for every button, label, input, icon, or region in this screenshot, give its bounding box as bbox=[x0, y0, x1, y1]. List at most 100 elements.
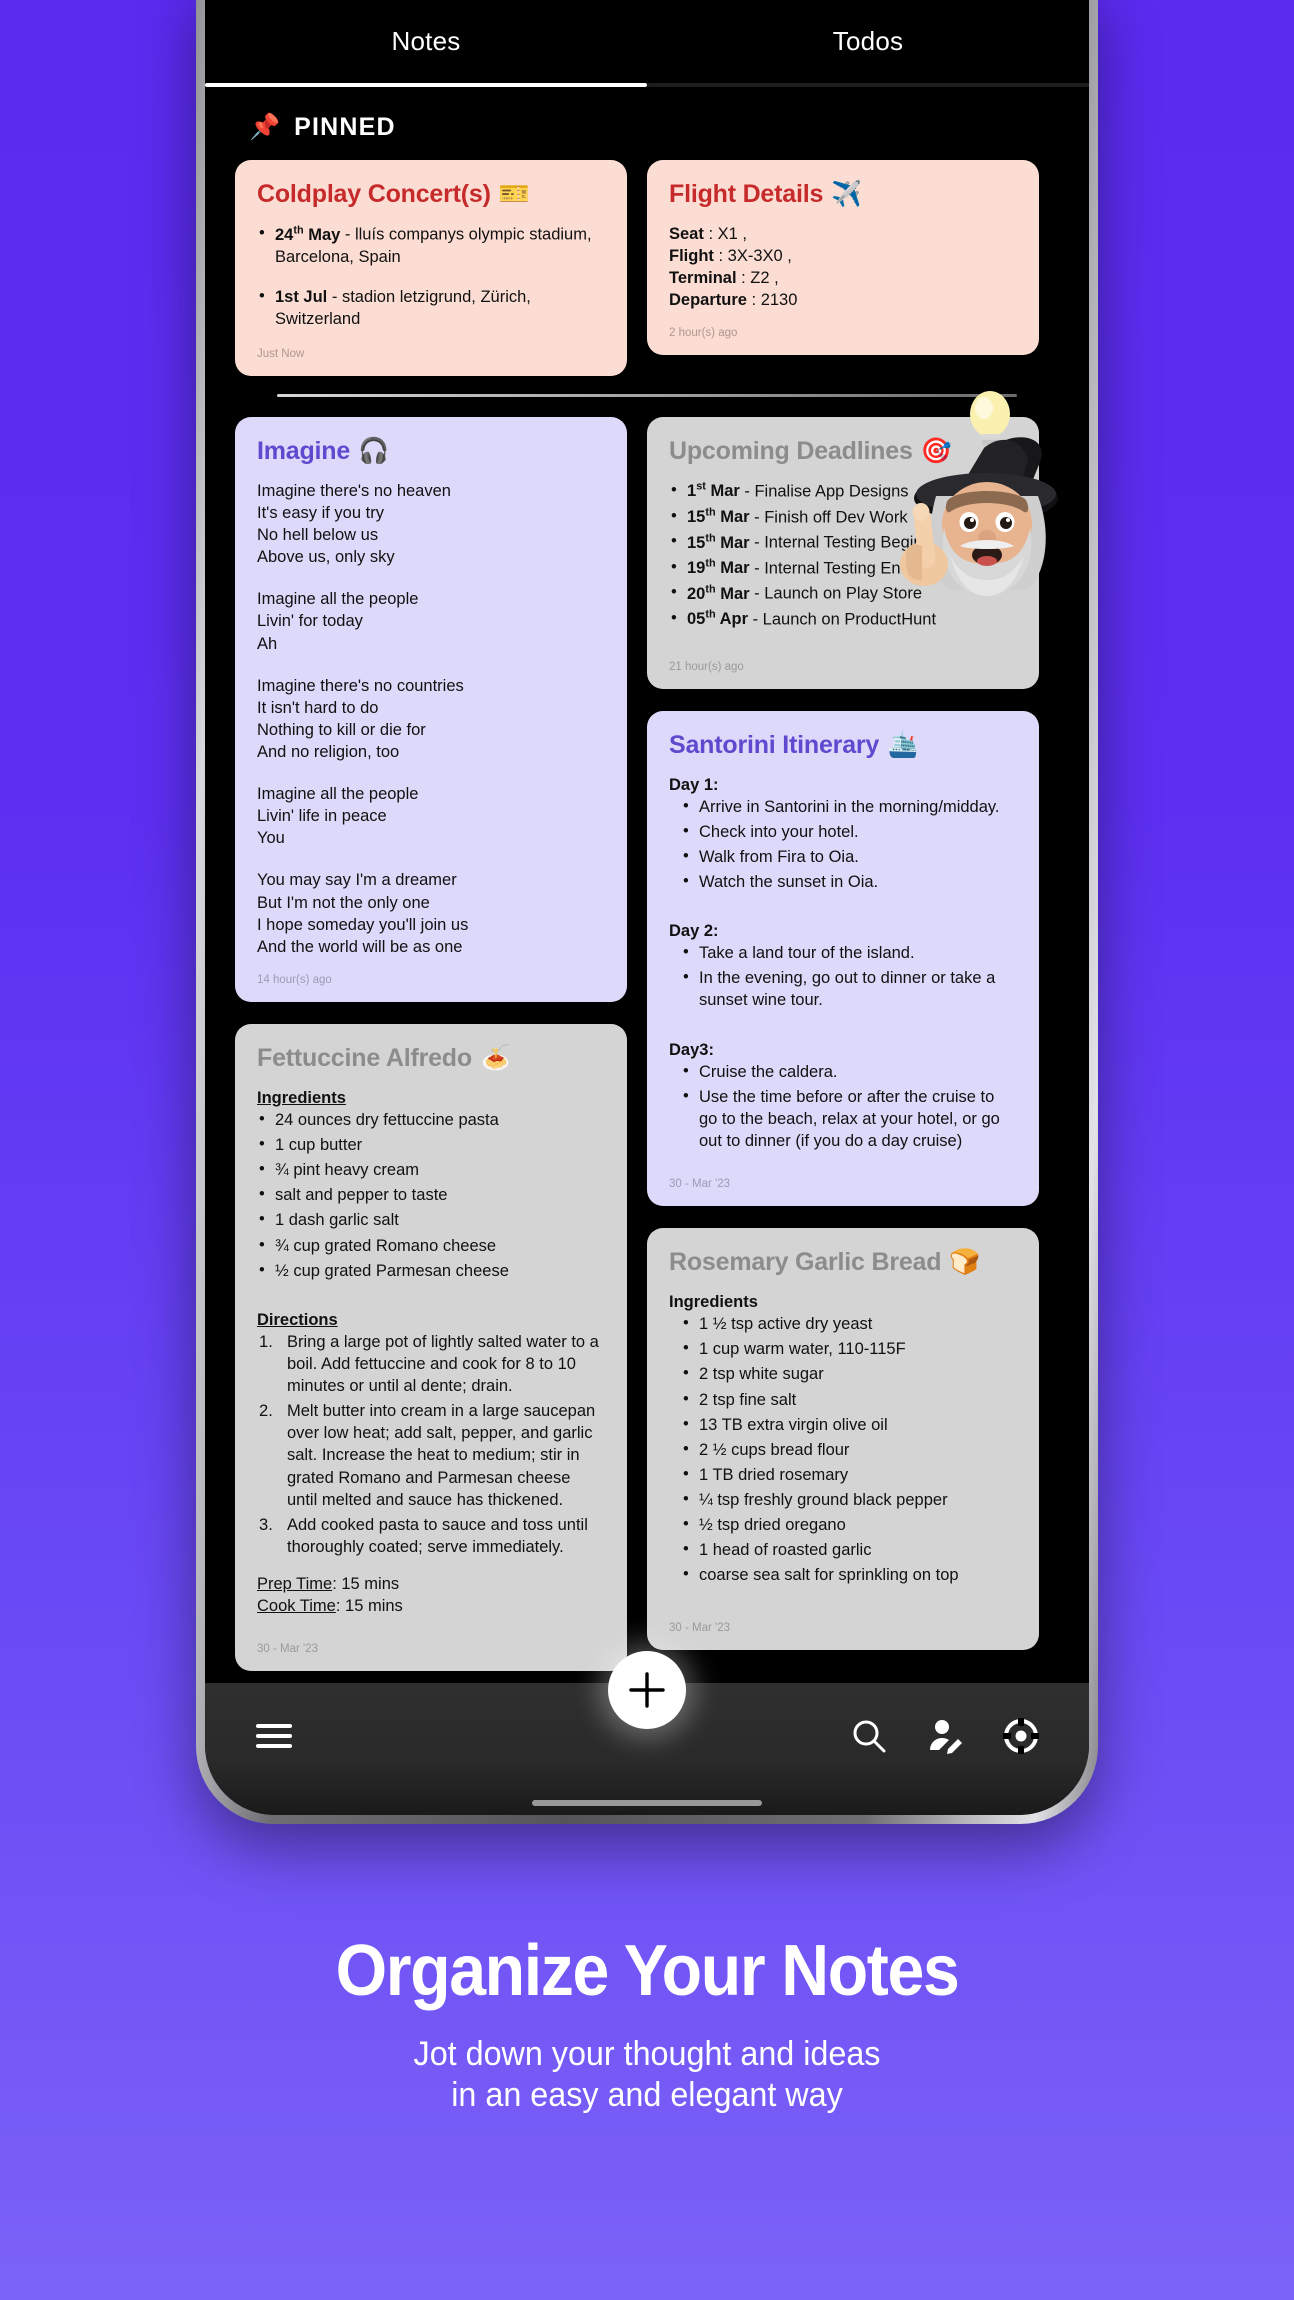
note-card-coldplay[interactable]: Coldplay Concert(s) 🎫 24th May - lluís c… bbox=[235, 160, 627, 376]
note-timestamp: 2 hour(s) ago bbox=[669, 327, 738, 340]
life-ring-settings-icon[interactable] bbox=[1003, 1717, 1039, 1759]
cook-time-line: Cook Time: 15 mins bbox=[257, 1597, 403, 1616]
list-item: Cruise the caldera. bbox=[681, 1060, 1017, 1083]
note-title-text: Flight Details bbox=[669, 180, 824, 208]
ship-icon: 🛳️ bbox=[887, 730, 919, 759]
list-item: 1 cup warm water, 110-115F bbox=[681, 1337, 1017, 1360]
note-body: Ingredients 1 ½ tsp active dry yeast 1 c… bbox=[669, 1291, 1017, 1586]
pinned-section-label: PINNED bbox=[294, 113, 396, 141]
list-item: coarse sea salt for sprinkling on top bbox=[681, 1563, 1017, 1586]
list-item: salt and pepper to taste bbox=[257, 1183, 605, 1206]
list-item: 20th Mar - Launch on Play Store bbox=[669, 581, 1017, 605]
list-item: ½ tsp dried oregano bbox=[681, 1513, 1017, 1536]
tab-notes-label: Notes bbox=[391, 26, 461, 56]
note-timestamp: 30 - Mar '23 bbox=[669, 1178, 730, 1191]
headphones-icon: 🎧 bbox=[358, 436, 390, 465]
list-item: 1 head of roasted garlic bbox=[681, 1538, 1017, 1561]
detail-line: Terminal : Z2 , bbox=[669, 269, 779, 288]
note-title-text: Fettuccine Alfredo bbox=[257, 1043, 472, 1072]
note-timestamp: 30 - Mar '23 bbox=[257, 1643, 318, 1656]
note-timestamp: Just Now bbox=[257, 347, 305, 360]
pushpin-icon: 📌 bbox=[249, 113, 281, 141]
note-card-upcoming-deadlines[interactable]: Upcoming Deadlines 🎯 1st Mar - Finalise … bbox=[647, 416, 1039, 689]
list-item: 19th Mar - Internal Testing Ends bbox=[669, 556, 1017, 580]
tab-notes[interactable]: Notes bbox=[205, 0, 647, 83]
verse: Imagine all the people Livin' life in pe… bbox=[257, 785, 419, 848]
phone-screen: Notes Todos 📌 PINNED Coldplay Concert(s)… bbox=[205, 0, 1089, 1815]
hamburger-menu-icon[interactable] bbox=[255, 1721, 293, 1756]
directions-heading: Directions bbox=[257, 1310, 338, 1329]
list-item: ¾ pint heavy cream bbox=[257, 1158, 605, 1181]
list-item: Arrive in Santorini in the morning/midda… bbox=[681, 795, 1017, 818]
day-heading: Day3: bbox=[669, 1040, 714, 1059]
verse: Imagine all the people Livin' for today … bbox=[257, 590, 419, 653]
subheadline-line-2: in an easy and elegant way bbox=[451, 2076, 843, 2115]
note-body: Day 1: Arrive in Santorini in the mornin… bbox=[669, 774, 1017, 1153]
note-body: Imagine there's no heaven It's easy if y… bbox=[257, 480, 605, 958]
list-item: Check into your hotel. bbox=[681, 820, 1017, 843]
phone-mockup: Notes Todos 📌 PINNED Coldplay Concert(s)… bbox=[196, 0, 1098, 1824]
note-title: Upcoming Deadlines 🎯 bbox=[669, 437, 1017, 466]
list-item: 2 tsp white sugar bbox=[681, 1362, 1017, 1385]
tab-indicator-inactive bbox=[647, 83, 1089, 87]
tab-todos-label: Todos bbox=[832, 26, 904, 56]
plus-icon bbox=[629, 1672, 665, 1708]
list-item: ¾ cup grated Romano cheese bbox=[257, 1234, 605, 1257]
search-icon[interactable] bbox=[851, 1718, 887, 1759]
airplane-icon: ✈️ bbox=[831, 180, 863, 208]
note-title-text: Rosemary Garlic Bread bbox=[669, 1248, 942, 1277]
note-timestamp: 30 - Mar '23 bbox=[669, 1622, 730, 1635]
marketing-copy: Organize Your Notes Jot down your though… bbox=[0, 1930, 1294, 2117]
list-item: 15th Mar - Internal Testing Begins bbox=[669, 530, 1017, 554]
list-item: Take a land tour of the island. bbox=[681, 941, 1017, 964]
list-item: 1 TB dried rosemary bbox=[681, 1463, 1017, 1486]
note-card-fettuccine-alfredo[interactable]: Fettuccine Alfredo 🍝 Ingredients 24 ounc… bbox=[235, 1023, 627, 1672]
list-item: 1st Mar - Finalise App Designs bbox=[669, 479, 1017, 503]
verse: Imagine there's no countries It isn't ha… bbox=[257, 676, 464, 762]
verse: Imagine there's no heaven It's easy if y… bbox=[257, 481, 451, 567]
verse: You may say I'm a dreamer But I'm not th… bbox=[257, 871, 469, 956]
note-body: 1st Mar - Finalise App Designs 15th Mar … bbox=[669, 479, 1017, 631]
note-title-text: Upcoming Deadlines bbox=[669, 436, 913, 465]
tab-todos[interactable]: Todos bbox=[647, 0, 1089, 83]
note-card-flight-details[interactable]: Flight Details ✈️ Seat : X1 , Flight : 3… bbox=[647, 160, 1039, 356]
detail-line: Departure : 2130 bbox=[669, 291, 798, 310]
headline: Organize Your Notes bbox=[335, 1931, 960, 2011]
ticket-icon: 🎫 bbox=[498, 180, 530, 208]
tab-bar: Notes Todos bbox=[205, 0, 1089, 83]
pinned-section-header: 📌 PINNED bbox=[205, 87, 1089, 160]
note-title: Coldplay Concert(s) 🎫 bbox=[257, 180, 605, 209]
note-timestamp: 14 hour(s) ago bbox=[257, 973, 332, 986]
home-indicator bbox=[532, 1800, 762, 1806]
pinned-notes-row: Coldplay Concert(s) 🎫 24th May - lluís c… bbox=[235, 160, 1059, 376]
note-card-rosemary-garlic-bread[interactable]: Rosemary Garlic Bread 🍞 Ingredients 1 ½ … bbox=[647, 1228, 1039, 1651]
ingredients-heading: Ingredients bbox=[257, 1088, 346, 1107]
note-title-text: Santorini Itinerary bbox=[669, 730, 880, 759]
note-body: Ingredients 24 ounces dry fettuccine pas… bbox=[257, 1087, 605, 1617]
note-card-santorini-itinerary[interactable]: Santorini Itinerary 🛳️ Day 1: Arrive in … bbox=[647, 710, 1039, 1207]
list-item: 1 cup butter bbox=[257, 1133, 605, 1156]
detail-line: Flight : 3X-3X0 , bbox=[669, 247, 792, 266]
note-title: Rosemary Garlic Bread 🍞 bbox=[669, 1248, 1017, 1277]
note-body: Seat : X1 , Flight : 3X-3X0 , Terminal :… bbox=[669, 223, 1017, 311]
note-card-imagine[interactable]: Imagine 🎧 Imagine there's no heaven It's… bbox=[235, 416, 627, 1002]
list-item: Add cooked pasta to sauce and toss until… bbox=[259, 1514, 588, 1556]
subheadline-line-1: Jot down your thought and ideas bbox=[413, 2035, 881, 2073]
list-item: Bring a large pot of lightly salted wate… bbox=[259, 1331, 599, 1396]
list-item: 15th Mar - Finish off Dev Work bbox=[669, 505, 1017, 529]
list-item: 05th Apr - Launch on ProductHunt bbox=[669, 607, 1017, 631]
notes-content: Coldplay Concert(s) 🎫 24th May - lluís c… bbox=[205, 160, 1089, 1672]
edit-profile-icon[interactable] bbox=[927, 1718, 963, 1759]
note-title-text: Coldplay Concert(s) bbox=[257, 180, 491, 208]
target-icon: 🎯 bbox=[920, 436, 952, 465]
list-item: ½ cup grated Parmesan cheese bbox=[257, 1259, 605, 1282]
list-item: 13 TB extra virgin olive oil bbox=[681, 1413, 1017, 1436]
list-item: 24 ounces dry fettuccine pasta bbox=[257, 1108, 605, 1131]
note-body: 24th May - lluís companys olympic stadiu… bbox=[257, 222, 605, 330]
list-item: 2 ½ cups bread flour bbox=[681, 1438, 1017, 1461]
note-title: Flight Details ✈️ bbox=[669, 180, 1017, 209]
list-item: 1st Jul - stadion letzigrund, Zürich, Sw… bbox=[257, 285, 605, 330]
add-note-fab[interactable] bbox=[608, 1651, 686, 1729]
list-item: Watch the sunset in Oia. bbox=[681, 870, 1017, 893]
subheadline: Jot down your thought and ideas in an ea… bbox=[32, 2034, 1261, 2117]
